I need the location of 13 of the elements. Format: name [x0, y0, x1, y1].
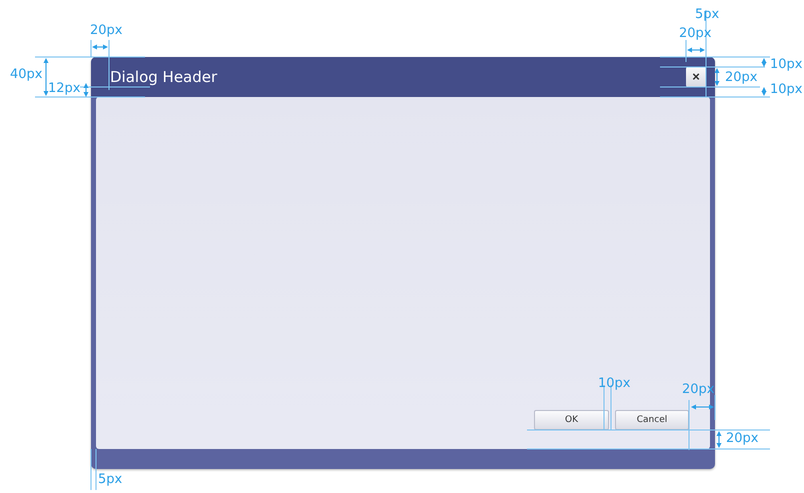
dimension-label: 20px	[90, 24, 122, 37]
dimension-label: 10px	[770, 83, 802, 96]
dimension-label: 20px	[726, 432, 758, 445]
cancel-button[interactable]: Cancel	[615, 410, 689, 430]
close-button[interactable]: ×	[686, 67, 706, 87]
dimension-label: 20px	[725, 71, 758, 84]
dimension-label: 12px	[48, 82, 80, 95]
dimension-label: 10px	[770, 58, 802, 71]
dimension-label: 10px	[598, 377, 630, 390]
dimension-label: 40px	[10, 68, 42, 81]
ok-button[interactable]: OK	[534, 410, 609, 430]
dimension-label: 5px	[98, 473, 122, 486]
dialog-title: Dialog Header	[110, 68, 218, 86]
